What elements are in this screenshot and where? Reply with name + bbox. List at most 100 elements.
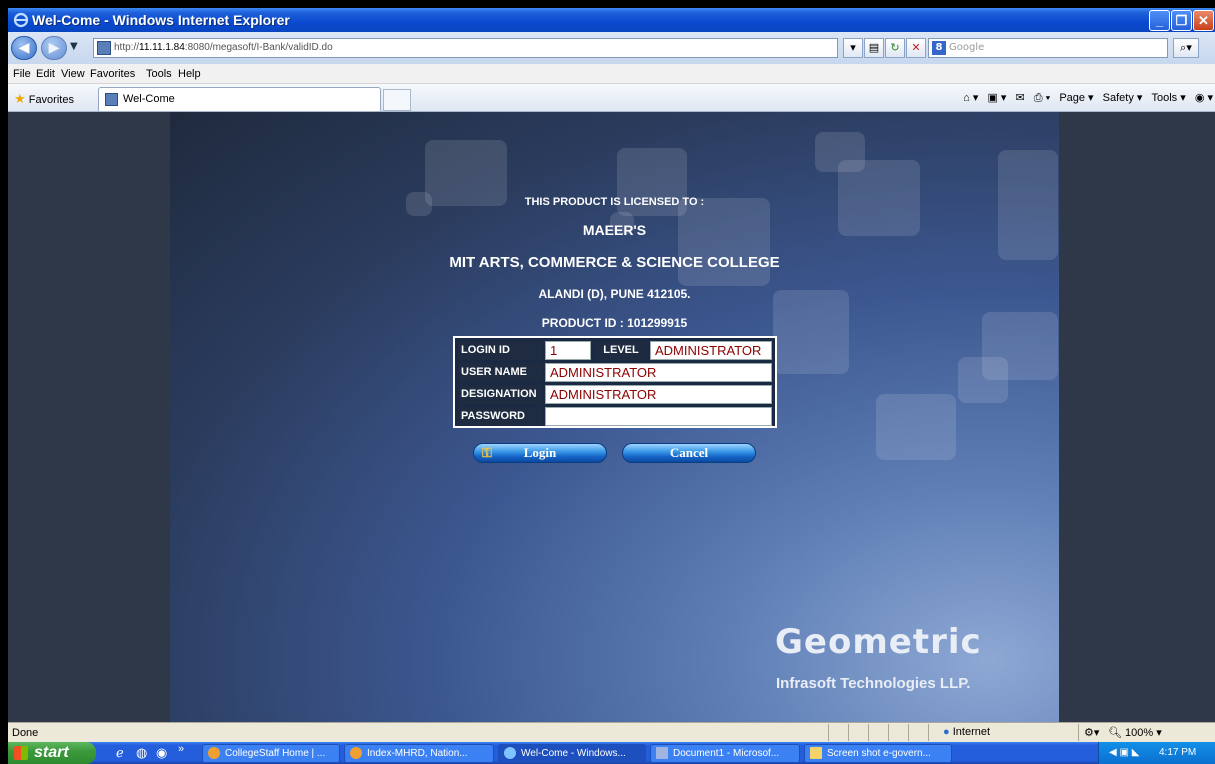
decorative-square: [678, 198, 770, 286]
decorative-square: [773, 290, 849, 374]
print-icon[interactable]: ⎙ ▾: [1034, 92, 1050, 104]
status-divider: [928, 724, 929, 741]
password-label: PASSWORD: [458, 407, 542, 426]
status-bar: Done ● Internet ⚙▾ 🔍︎ 100% ▾: [8, 722, 1215, 742]
cancel-button[interactable]: Cancel: [622, 443, 756, 463]
windows-flag-icon: [14, 746, 28, 760]
zoom-control[interactable]: 🔍︎ 100% ▾: [1108, 726, 1162, 739]
quick-launch-ie-icon[interactable]: ℯ: [116, 745, 124, 761]
taskbar-item-collegestaff[interactable]: CollegeStaff Home | ...: [202, 744, 340, 763]
menu-bar: File Edit View Favorites Tools Help: [8, 64, 1215, 84]
task-label: CollegeStaff Home | ...: [225, 748, 326, 759]
clock[interactable]: 4:17 PM: [1159, 747, 1196, 758]
login-button[interactable]: ⚿ Login: [473, 443, 607, 463]
status-divider: [868, 724, 869, 741]
address-dropdown-button[interactable]: ▾: [843, 38, 863, 58]
page-menu[interactable]: Page ▾: [1059, 92, 1093, 104]
stop-icon[interactable]: ✕: [906, 38, 926, 58]
product-id: PRODUCT ID : 101299915: [541, 316, 688, 330]
firefox-icon: [208, 747, 220, 759]
taskbar-item-document1[interactable]: Document1 - Microsof...: [650, 744, 800, 763]
search-button[interactable]: ⌕▾: [1173, 38, 1199, 58]
search-input[interactable]: 8 Google: [928, 38, 1168, 58]
start-label: start: [34, 744, 69, 761]
favorites-label: Favorites: [28, 94, 74, 106]
start-button[interactable]: start: [8, 742, 96, 764]
star-icon: ★: [14, 91, 26, 106]
quick-launch-app-icon[interactable]: ◍: [136, 745, 147, 761]
help-icon[interactable]: ◉ ▾: [1195, 92, 1213, 104]
login-id-field[interactable]: 1: [545, 341, 591, 360]
back-button[interactable]: ◀: [11, 36, 37, 60]
url-prefix: http://: [114, 42, 140, 53]
status-divider: [908, 724, 909, 741]
favorites-button[interactable]: ★ Favorites: [14, 91, 74, 107]
page-favicon-icon: [97, 41, 111, 55]
new-tab-button[interactable]: [383, 89, 411, 111]
menu-file[interactable]: File: [13, 68, 31, 80]
brand-subtitle: Infrasoft Technologies LLP.: [776, 675, 971, 692]
decorative-square: [876, 394, 956, 460]
compatibility-view-icon[interactable]: ▤: [864, 38, 884, 58]
menu-view[interactable]: View: [61, 68, 85, 80]
zoom-dropdown-icon: ▾: [1156, 727, 1162, 739]
menu-edit[interactable]: Edit: [36, 68, 55, 80]
quick-launch-chrome-icon[interactable]: ◉: [156, 745, 167, 761]
menu-favorites[interactable]: Favorites: [90, 68, 135, 80]
tab-wel-come[interactable]: Wel-Come: [98, 87, 381, 111]
login-form: LOGIN ID 1 LEVEL ADMINISTRATOR USER NAME…: [453, 336, 777, 428]
command-bar: ⌂ ▾ ▣ ▾ ✉ ⎙ ▾ Page ▾ Safety ▾ Tools ▾ ◉ …: [957, 91, 1213, 105]
protected-mode-icon[interactable]: ⚙▾: [1084, 726, 1099, 739]
decorative-square: [958, 357, 1008, 403]
task-label: Screen shot e-govern...: [827, 748, 931, 759]
user-name-field[interactable]: ADMINISTRATOR: [545, 363, 772, 382]
forward-button[interactable]: ▶: [41, 36, 67, 60]
close-button[interactable]: ✕: [1193, 10, 1214, 31]
menu-help[interactable]: Help: [178, 68, 201, 80]
feeds-icon[interactable]: ▣ ▾: [987, 92, 1006, 104]
designation-field[interactable]: ADMINISTRATOR: [545, 385, 772, 404]
minimize-button[interactable]: _: [1149, 10, 1170, 31]
login-id-label: LOGIN ID: [458, 341, 542, 360]
address-input[interactable]: http://11.11.1.84:8080/megasoft/I-Bank/v…: [93, 38, 838, 58]
safety-menu[interactable]: Safety ▾: [1103, 92, 1143, 104]
folder-icon: [810, 747, 822, 759]
address-toolbar: ◀ ▶ ▼ http://11.11.1.84:8080/megasoft/I-…: [8, 32, 1215, 64]
title-bar: Wel-Come - Windows Internet Explorer _ ❐…: [8, 8, 1215, 32]
level-label: LEVEL: [595, 341, 647, 360]
task-label: Wel-Come - Windows...: [521, 748, 626, 759]
favorites-bar: ★ Favorites Wel-Come ⌂ ▾ ▣ ▾ ✉ ⎙ ▾ Page …: [8, 84, 1215, 112]
cancel-button-label: Cancel: [669, 445, 709, 460]
password-field[interactable]: [545, 407, 772, 426]
status-divider: [1078, 724, 1079, 741]
tools-menu[interactable]: Tools ▾: [1151, 92, 1185, 104]
recent-pages-dropdown-icon[interactable]: ▼: [70, 41, 78, 52]
quick-launch-more-icon[interactable]: »: [178, 743, 184, 755]
word-icon: [656, 747, 668, 759]
home-icon[interactable]: ⌂ ▾: [963, 92, 978, 104]
organization-name: MAEER'S: [582, 222, 647, 238]
zone-label: Internet: [952, 726, 991, 738]
taskbar-item-wel-come[interactable]: Wel-Come - Windows...: [498, 744, 646, 763]
menu-tools[interactable]: Tools: [146, 68, 172, 80]
refresh-icon[interactable]: ↻: [885, 38, 905, 58]
brand-logo-text: Geometric: [775, 622, 982, 662]
login-banner: THIS PRODUCT IS LICENSED TO : MAEER'S MI…: [170, 112, 1059, 722]
url-host: 11.11.1.84: [139, 42, 185, 53]
window-title: Wel-Come - Windows Internet Explorer: [32, 12, 290, 28]
ie-icon: [504, 747, 516, 759]
zoom-level: 100%: [1125, 727, 1154, 739]
tray-icons[interactable]: ◀ ▣ ◣: [1109, 742, 1139, 764]
maximize-button[interactable]: ❐: [1171, 10, 1192, 31]
globe-icon: ●: [943, 726, 950, 738]
status-divider: [888, 724, 889, 741]
login-button-label: Login: [523, 445, 557, 460]
security-zone[interactable]: ● Internet: [943, 726, 990, 738]
key-icon: ⚿: [482, 446, 492, 461]
taskbar-item-index-mhrd[interactable]: Index-MHRD, Nation...: [344, 744, 494, 763]
taskbar-item-screenshot-folder[interactable]: Screen shot e-govern...: [804, 744, 952, 763]
tab-favicon-icon: [105, 93, 118, 106]
level-field[interactable]: ADMINISTRATOR: [650, 341, 772, 360]
mail-icon[interactable]: ✉: [1015, 92, 1024, 104]
zoom-icon: 🔍︎: [1108, 727, 1122, 739]
